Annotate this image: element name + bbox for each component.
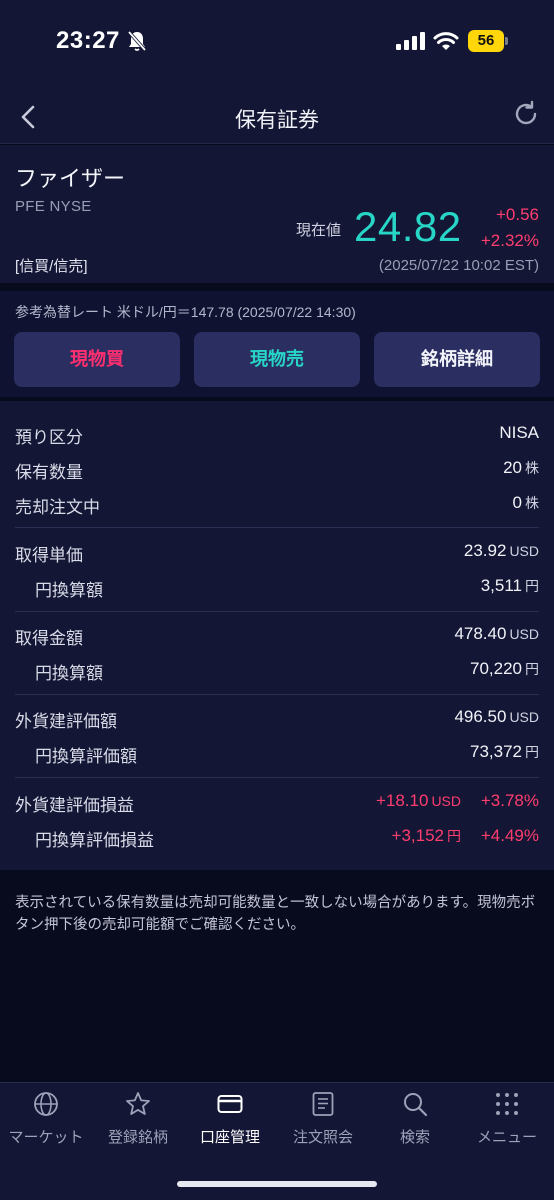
account-type-label: 預り区分 [15,428,83,447]
bell-muted-icon [127,30,147,52]
document-icon [312,1092,334,1116]
tab-market[interactable]: マーケット [0,1083,92,1163]
home-indicator[interactable] [177,1181,377,1187]
selling-order-value: 0株 [512,493,539,512]
row-cost-total-jpy: 円換算額 70,220 円 [15,659,539,683]
grid-icon [496,1093,518,1115]
search-icon [404,1093,428,1117]
stock-detail-button[interactable]: 銘柄詳細 [374,332,540,387]
margin-tag: [信買/信売] [15,258,88,275]
page-title: 保有証券 [235,109,319,132]
tab-label: メニュー [476,1129,537,1146]
wifi-icon [433,32,459,50]
current-price: 24.82 [354,203,462,250]
trade-actions: 参考為替レート 米ドル/円＝147.78 (2025/07/22 14:30) … [0,291,554,397]
cost-total-value: 478.40 USD [454,624,539,643]
profit-loss-jpy-value: +3,152 円 [391,826,461,845]
unit-cost-jpy-label: 円換算額 [35,581,103,600]
unit-cost-jpy-value: 3,511 円 [480,576,539,595]
disclaimer-note: 表示されている保有数量は売却可能数量と一致しない場合があります。現物売ボタン押下… [15,895,536,933]
battery-icon: 56 [468,30,508,52]
profit-loss-label: 外貨建評価損益 [15,796,134,815]
cost-total-jpy-label: 円換算額 [35,664,103,683]
price-change: +0.56 [495,205,539,224]
valuation-value: 496.50 USD [454,707,539,726]
holdings-panel: 預り区分 NISA 保有数量 20 株 売却注文中 0株 取得単価 23.92 US… [0,401,554,870]
clock: 23:27 [56,27,120,54]
account-type-value: NISA [499,423,539,442]
tab-menu[interactable]: メニュー [461,1083,553,1163]
divider [15,694,539,695]
valuation-jpy-value: 73,372 円 [470,742,539,761]
row-account-type: 預り区分 NISA [15,423,539,447]
row-selling-order: 売却注文中 0株 [15,493,539,517]
tab-account[interactable]: 口座管理 [184,1083,276,1163]
cost-total-label: 取得金額 [15,629,83,648]
nav-bar: 保有証券 [0,90,554,144]
valuation-label: 外貨建評価額 [15,712,117,731]
spot-buy-button[interactable]: 現物買 [14,332,180,387]
tab-label: 口座管理 [199,1129,260,1146]
quantity-value: 20 株 [503,458,539,477]
battery-level: 56 [468,30,504,52]
tab-label: 登録銘柄 [107,1129,168,1146]
unit-cost-value: 23.92 USD [463,541,539,560]
row-quantity: 保有数量 20 株 [15,458,539,482]
price-timestamp: (2025/07/22 10:02 EST) [378,257,539,274]
profit-loss-jpy-label: 円換算評価損益 [35,831,154,850]
row-unit-cost-jpy: 円換算額 3,511 円 [15,576,539,600]
stock-header: ファイザー PFE NYSE [信買/信売] 現在値 24.82 +0.56 +… [0,145,554,283]
cost-total-jpy-value: 70,220 円 [470,659,539,678]
tab-label: 検索 [399,1129,430,1146]
divider [15,611,539,612]
row-valuation-jpy: 円換算評価額 73,372 円 [15,742,539,766]
spot-sell-button[interactable]: 現物売 [194,332,360,387]
row-profit-loss: 外貨建評価損益 +18.10 USD +3.78% [15,791,539,815]
cellular-signal-icon [396,32,425,50]
fx-rate: 参考為替レート 米ドル/円＝147.78 (2025/07/22 14:30) [15,304,356,320]
row-profit-loss-jpy: 円換算評価損益 +3,152 円 +4.49% [15,826,539,850]
stock-name: ファイザー [15,166,126,191]
tab-search[interactable]: 検索 [369,1083,461,1163]
unit-cost-label: 取得単価 [15,546,83,565]
profit-loss-value: +18.10 USD [375,791,461,810]
profit-loss-percent: +3.78% [480,791,539,810]
status-bar: 23:27 56 [0,0,554,90]
row-cost-total: 取得金額 478.40 USD [15,624,539,648]
card-icon [217,1095,243,1113]
row-valuation: 外貨建評価額 496.50 USD [15,707,539,731]
selling-order-label: 売却注文中 [15,498,100,517]
star-icon [126,1092,150,1115]
tab-orders[interactable]: 注文照会 [277,1083,369,1163]
globe-icon [34,1092,58,1116]
divider [15,527,539,528]
valuation-jpy-label: 円換算評価額 [35,747,137,766]
tab-watchlist[interactable]: 登録銘柄 [92,1083,184,1163]
quantity-label: 保有数量 [15,463,83,482]
tab-label: マーケット [8,1129,84,1146]
divider [15,777,539,778]
stock-code: PFE NYSE [15,198,92,215]
tab-label: 注文照会 [292,1129,353,1146]
refresh-icon[interactable] [512,100,540,128]
row-unit-cost: 取得単価 23.92 USD [15,541,539,565]
price-label: 現在値 [296,222,342,239]
profit-loss-jpy-percent: +4.49% [480,826,539,845]
price-change-percent: +2.32% [480,231,539,250]
